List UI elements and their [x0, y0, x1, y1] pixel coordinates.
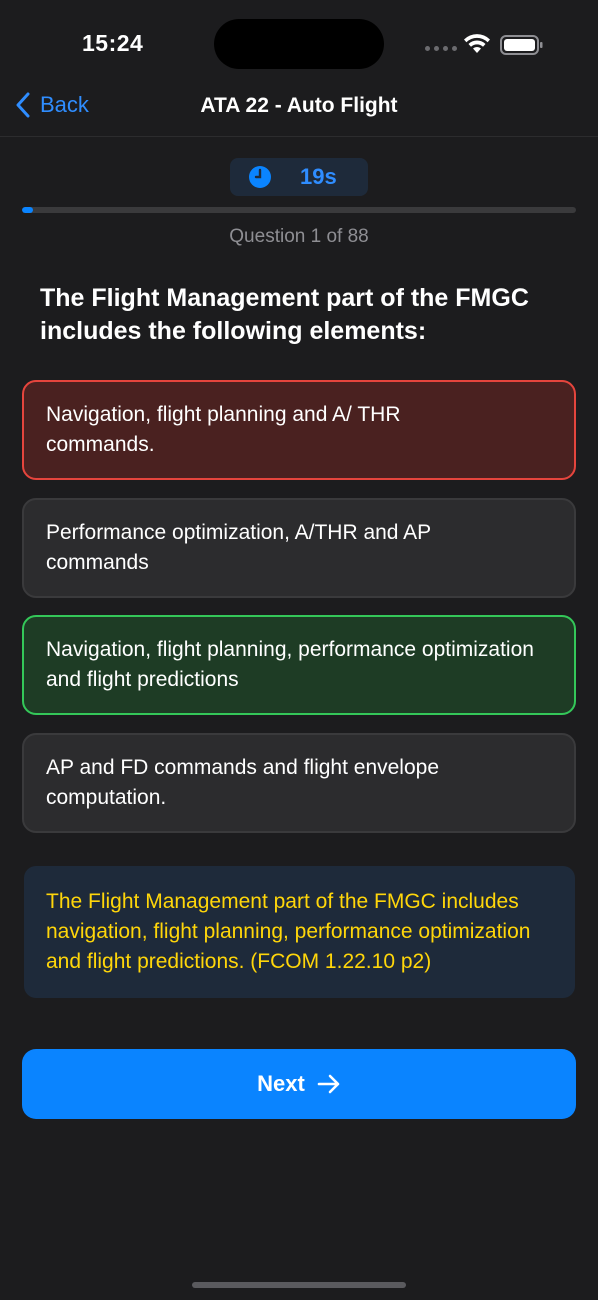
arrow-right-icon: [317, 1074, 340, 1094]
answer-option-4[interactable]: AP and FD commands and flight envelope c…: [22, 733, 576, 833]
answer-text: Navigation, flight planning, performance…: [46, 638, 534, 691]
status-bar: 15:24: [0, 0, 598, 90]
cellular-signal-icon: [425, 46, 457, 51]
navigation-bar: Back ATA 22 - Auto Flight: [0, 82, 598, 137]
wifi-icon: [464, 34, 490, 53]
battery-icon: [500, 35, 543, 55]
page-title: ATA 22 - Auto Flight: [200, 94, 398, 117]
dynamic-island: [214, 19, 384, 69]
next-label: Next: [257, 1071, 305, 1096]
timer-value: 19s: [300, 164, 337, 189]
status-time: 15:24: [82, 30, 144, 56]
answer-text: Navigation, flight planning and A/ THR c…: [46, 403, 401, 456]
answer-option-3[interactable]: Navigation, flight planning, performance…: [22, 615, 576, 715]
progress-fill: [22, 207, 34, 213]
answer-text: AP and FD commands and flight envelope c…: [46, 756, 440, 809]
answer-text: Performance optimization, A/THR and AP c…: [46, 521, 431, 574]
progress-bar: [22, 207, 576, 213]
next-button[interactable]: Next: [22, 1049, 576, 1119]
explanation-box: The Flight Management part of the FMGC i…: [24, 866, 575, 998]
question-text: The Flight Management part of the FMGC i…: [40, 284, 529, 345]
question-counter: Question 1 of 88: [229, 226, 369, 247]
answer-option-2[interactable]: Performance optimization, A/THR and AP c…: [22, 498, 576, 598]
answer-option-1[interactable]: Navigation, flight planning and A/ THR c…: [22, 380, 576, 480]
clock-icon: [249, 166, 271, 188]
timer-badge: 19s: [230, 158, 368, 196]
home-indicator: [192, 1282, 406, 1288]
